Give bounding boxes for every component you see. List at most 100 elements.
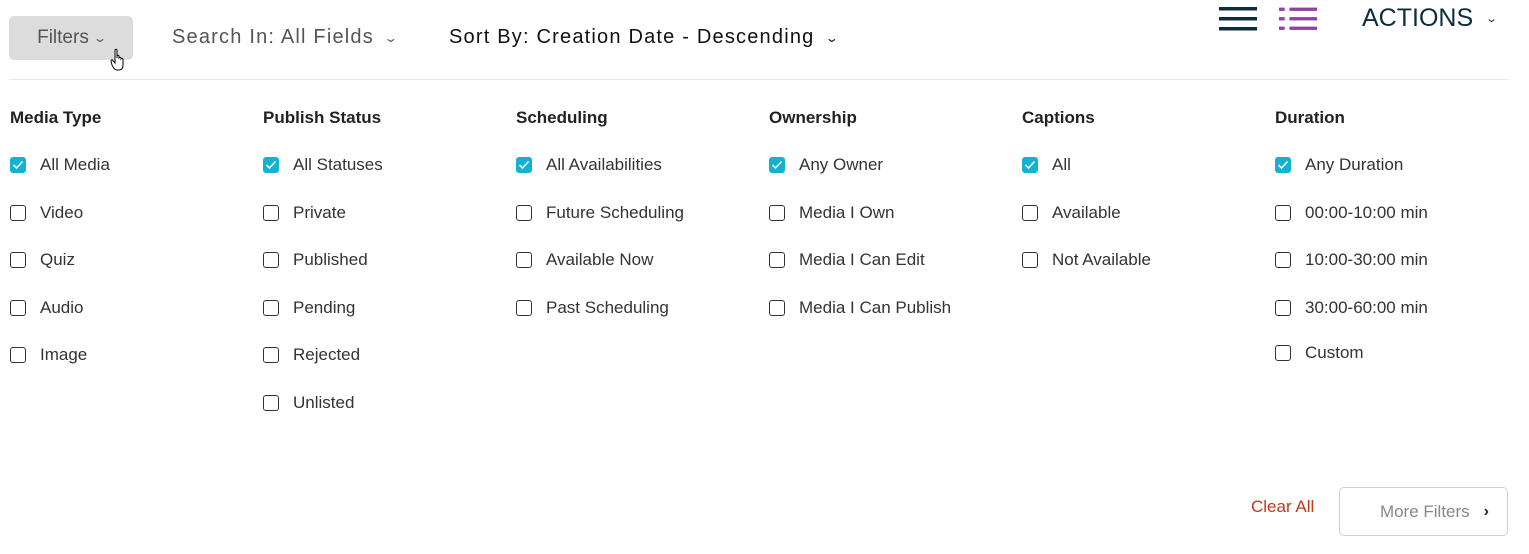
filter-option-label: All Statuses: [293, 155, 383, 174]
filter-option[interactable]: Custom: [1275, 343, 1364, 363]
filter-option[interactable]: Media I Can Edit: [769, 250, 925, 270]
filter-option[interactable]: All Statuses: [263, 155, 383, 175]
checkbox-icon[interactable]: [10, 347, 26, 363]
filter-option-label: Quiz: [40, 250, 75, 269]
detailed-view-icon[interactable]: [1279, 7, 1317, 31]
sort-by-dropdown[interactable]: Sort By: Creation Date - Descending ⌄: [449, 26, 838, 49]
filter-option[interactable]: Future Scheduling: [516, 203, 684, 223]
filter-option-label: Any Owner: [799, 155, 884, 174]
filter-option[interactable]: Any Duration: [1275, 155, 1403, 175]
filter-option-label: Video: [40, 203, 84, 222]
filter-option-label: Pending: [293, 298, 356, 317]
filter-option-label: Future Scheduling: [546, 203, 684, 222]
checkbox-icon[interactable]: [769, 252, 785, 268]
actions-dropdown[interactable]: ACTIONS ⌄: [1362, 4, 1498, 33]
filter-group-publish-status: Publish Status All Statuses Private Publish…: [253, 108, 503, 412]
filter-option[interactable]: All: [1022, 155, 1071, 175]
chevron-down-icon: ⌄: [383, 30, 400, 45]
more-filters-button[interactable]: More Filters ›: [1339, 487, 1508, 536]
clear-all-link[interactable]: Clear All: [1251, 497, 1314, 517]
filter-option[interactable]: Available: [1022, 203, 1121, 223]
chevron-down-icon: ⌄: [824, 30, 841, 45]
filter-option-label: Past Scheduling: [546, 298, 669, 317]
filter-group-title: Captions: [1022, 108, 1095, 127]
filter-option[interactable]: Media I Own: [769, 203, 894, 223]
filter-group-title: Duration: [1275, 108, 1345, 127]
checkbox-checked-icon[interactable]: [263, 157, 279, 173]
filter-option[interactable]: Quiz: [10, 250, 75, 270]
filter-option-label: All: [1052, 155, 1071, 174]
actions-label: ACTIONS: [1362, 4, 1474, 32]
filter-option[interactable]: Video: [10, 203, 83, 223]
filter-option-label: Custom: [1305, 343, 1364, 362]
filter-option[interactable]: All Media: [10, 155, 110, 175]
filter-option[interactable]: Past Scheduling: [516, 298, 669, 318]
checkbox-icon[interactable]: [263, 395, 279, 411]
filter-option-label: Not Available: [1052, 250, 1151, 269]
checkbox-icon[interactable]: [769, 205, 785, 221]
checkbox-icon[interactable]: [1275, 252, 1291, 268]
filter-option-label: Image: [40, 345, 88, 364]
checkbox-icon[interactable]: [769, 300, 785, 316]
filter-option-label: 00:00-10:00 min: [1305, 203, 1428, 222]
filter-option-label: All Availabilities: [546, 155, 662, 174]
checkbox-icon[interactable]: [10, 300, 26, 316]
filter-option-label: Media I Own: [799, 203, 895, 222]
toolbar: Filters ⌄ Search In: All Fields ⌄ Sort B…: [0, 0, 1529, 80]
checkbox-icon[interactable]: [263, 347, 279, 363]
filter-option[interactable]: 00:00-10:00 min: [1275, 203, 1428, 223]
filter-option-label: All Media: [40, 155, 110, 174]
checkbox-checked-icon[interactable]: [1275, 157, 1291, 173]
checkbox-icon[interactable]: [1022, 252, 1038, 268]
filter-option[interactable]: Image: [10, 345, 87, 365]
filter-option[interactable]: All Availabilities: [516, 155, 662, 175]
filter-option[interactable]: Unlisted: [263, 393, 354, 413]
filter-option-label: Available Now: [546, 250, 654, 269]
filter-option[interactable]: 10:00-30:00 min: [1275, 250, 1428, 270]
filter-option-label: Media I Can Edit: [799, 250, 925, 269]
checkbox-checked-icon[interactable]: [1022, 157, 1038, 173]
list-view-icon[interactable]: [1219, 7, 1257, 31]
filter-option[interactable]: Not Available: [1022, 250, 1151, 270]
filter-option-label: Audio: [40, 298, 84, 317]
filter-option[interactable]: Audio: [10, 298, 83, 318]
checkbox-icon[interactable]: [10, 205, 26, 221]
hand-cursor-icon: [110, 48, 124, 71]
filter-option-label: Available: [1052, 203, 1121, 222]
checkbox-checked-icon[interactable]: [10, 157, 26, 173]
filter-group-title: Publish Status: [263, 108, 382, 127]
filter-option[interactable]: Pending: [263, 298, 355, 318]
filter-option[interactable]: Published: [263, 250, 368, 270]
filter-option-label: Media I Can Publish: [799, 298, 952, 317]
filter-option[interactable]: Available Now: [516, 250, 653, 270]
filter-group-title: Ownership: [769, 108, 857, 127]
checkbox-icon[interactable]: [1275, 345, 1291, 361]
filter-group-title: Scheduling: [516, 108, 608, 127]
checkbox-icon[interactable]: [10, 252, 26, 268]
checkbox-icon[interactable]: [516, 252, 532, 268]
more-filters-label: More Filters: [1379, 501, 1470, 521]
checkbox-icon[interactable]: [516, 205, 532, 221]
search-in-dropdown[interactable]: Search In: All Fields ⌄: [172, 26, 400, 49]
filter-option[interactable]: Private: [263, 203, 346, 223]
checkbox-icon[interactable]: [263, 205, 279, 221]
filter-group-captions: Captions All Available Not Available: [1012, 108, 1262, 269]
filter-option-label: 30:00-60:00 min: [1305, 298, 1428, 317]
checkbox-icon[interactable]: [263, 300, 279, 316]
checkbox-icon[interactable]: [263, 252, 279, 268]
filter-option[interactable]: 30:00-60:00 min: [1275, 298, 1428, 318]
filter-option-label: 10:00-30:00 min: [1305, 250, 1428, 269]
checkbox-icon[interactable]: [1022, 205, 1038, 221]
filter-option[interactable]: Rejected: [263, 345, 360, 365]
checkbox-checked-icon[interactable]: [769, 157, 785, 173]
chevron-right-icon: ›: [1483, 502, 1489, 520]
filter-option-label: Rejected: [293, 345, 361, 364]
checkbox-icon[interactable]: [1275, 205, 1291, 221]
filter-option[interactable]: Media I Can Publish: [769, 298, 951, 318]
filter-option[interactable]: Any Owner: [769, 155, 883, 175]
checkbox-checked-icon[interactable]: [516, 157, 532, 173]
checkbox-icon[interactable]: [516, 300, 532, 316]
toolbar-divider: [9, 79, 1509, 80]
filter-group-title: Media Type: [10, 108, 102, 127]
checkbox-icon[interactable]: [1275, 300, 1291, 316]
